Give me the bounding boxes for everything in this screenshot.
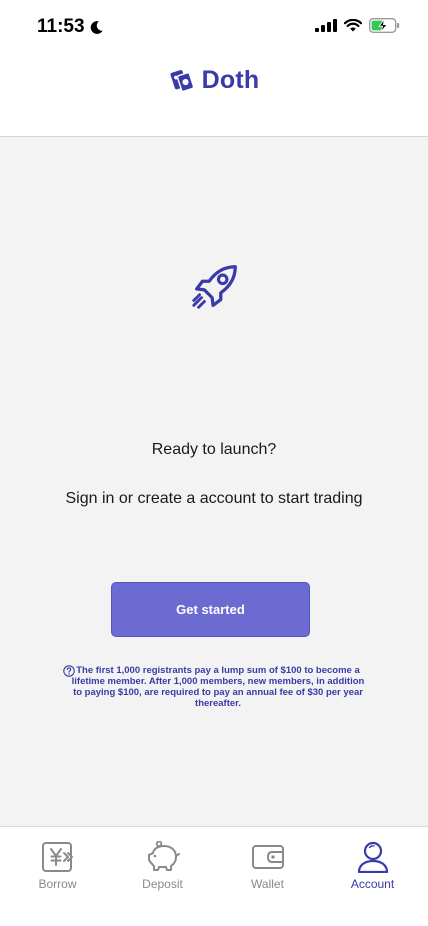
tab-wallet-label: Wallet [251,877,284,891]
app-header: Doth [0,56,428,137]
notice-text: The first 1,000 registrants pay a lump s… [71,665,365,709]
cellular-signal-icon [315,19,337,32]
headline: Ready to launch? [151,441,277,458]
doth-logo-icon [170,70,194,93]
status-time: 11:53 [37,16,104,38]
tab-wallet[interactable]: Wallet [214,827,321,907]
user-icon [357,841,388,873]
get-started-button[interactable]: Get started [111,582,310,637]
status-bar: 11:53 [0,0,428,56]
tab-deposit-label: Deposit [142,877,183,891]
membership-notice: The first 1,000 registrants pay a lump s… [60,665,370,709]
bottom-tab-bar: Borrow Deposit Wallet Account [0,826,428,926]
wifi-icon [344,19,362,32]
tab-deposit[interactable]: Deposit [109,827,216,907]
tab-account[interactable]: Account [319,827,426,907]
tab-account-label: Account [350,877,395,891]
piggy-bank-icon [147,841,180,871]
status-indicators [315,18,400,33]
brand: Doth [0,66,428,95]
main-content: Ready to launch? Sign in or create a acc… [0,137,428,827]
help-circle-icon[interactable] [63,665,75,677]
moon-icon [90,20,103,34]
clock-text: 11:53 [37,16,85,37]
brand-name: Doth [201,66,260,94]
subheadline: Sign in or create a account to start tra… [65,490,363,507]
battery-charging-icon [369,18,400,33]
tab-borrow-label: Borrow [38,877,77,891]
rocket-icon [192,265,237,309]
yen-transfer-icon [41,842,73,872]
tab-borrow[interactable]: Borrow [4,827,111,907]
wallet-icon [251,845,284,869]
